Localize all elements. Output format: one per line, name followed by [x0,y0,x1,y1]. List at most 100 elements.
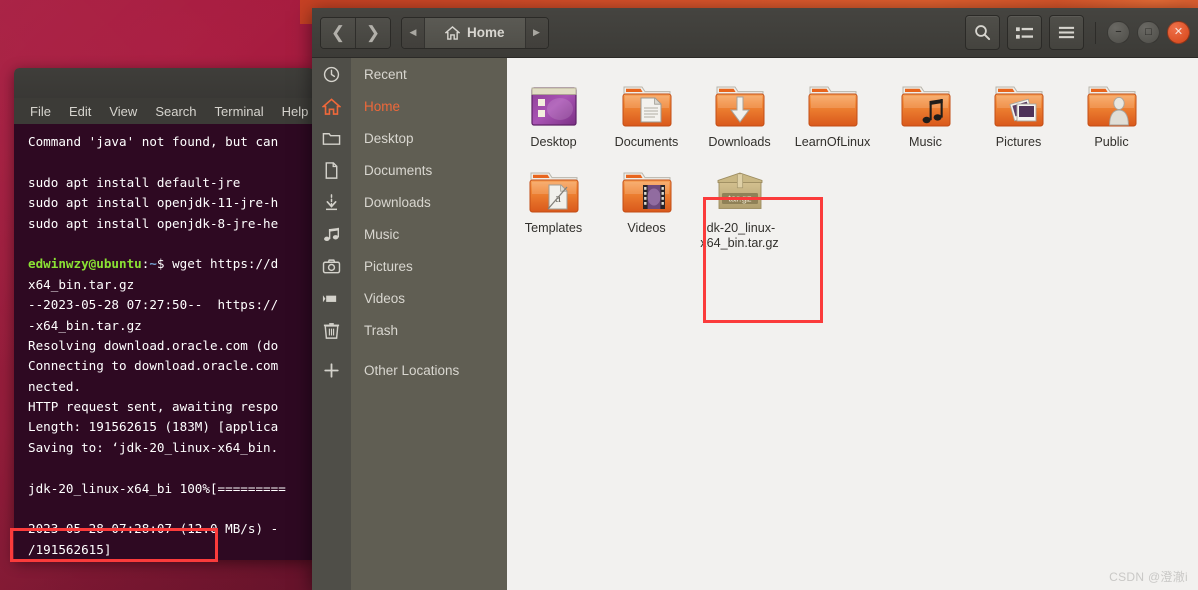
file-item-label: Videos [627,221,666,235]
sidebar: Recent Home Desktop Documents Downloads Music… [312,58,507,590]
file-item-label: Desktop [530,135,577,149]
terminal-output-line: Connecting to download.oracle.com [28,358,279,374]
breadcrumb-item-home[interactable]: Home [424,17,526,48]
sidebar-list: Recent Home Desktop Documents Downloads Music… [312,58,507,386]
nav-button-group: ❮ ❯ [320,16,391,49]
terminal-titlebar[interactable] [14,68,314,98]
prompt-path: ~ [149,256,157,272]
menu-view[interactable]: View [109,104,137,119]
path-scroll-left-button[interactable]: ◀ [402,17,424,48]
hamburger-menu-icon [1058,26,1075,39]
terminal-menubar[interactable]: File Edit View Search Terminal Help [14,98,314,124]
controls-divider [1095,21,1096,44]
file-item[interactable]: Public [1065,70,1158,150]
music-note-icon [312,225,351,244]
file-manager-header: ❮ ❯ ◀ Home ▶ − □ ✕ [312,8,1198,58]
breadcrumb-label: Home [467,25,505,40]
terminal-output-line: /191562615] [28,541,112,557]
home-icon [322,97,341,115]
file-item[interactable]: Desktop [507,70,600,150]
music-folder-icon [899,74,953,130]
sidebar-item-desktop[interactable]: Desktop [312,122,507,154]
menu-button[interactable] [1049,15,1084,50]
header-right-controls: − □ ✕ [965,15,1190,50]
path-scroll-right-button[interactable]: ▶ [525,17,548,48]
svg-text:tar.gz: tar.gz [728,194,752,205]
file-item-label: Documents [614,135,679,149]
sidebar-item-pictures[interactable]: Pictures [312,250,507,282]
sidebar-item-label: Recent [364,66,407,82]
folder-icon [322,132,341,145]
menu-file[interactable]: File [30,104,51,119]
search-icon [975,25,991,41]
sidebar-item-label: Trash [364,322,399,338]
sidebar-item-trash[interactable]: Trash [312,314,507,346]
close-icon: ✕ [1173,26,1184,38]
terminal-output-line: -x64_bin.tar.gz [28,317,142,333]
trash-icon [323,322,340,339]
file-item-label: Music [909,135,942,149]
file-item[interactable]: Downloads [693,70,786,150]
sidebar-item-music[interactable]: Music [312,218,507,250]
close-button[interactable]: ✕ [1167,21,1190,44]
sidebar-item-label: Pictures [364,258,413,274]
file-item[interactable]: Music [879,70,972,150]
terminal-output-line: Command 'java' not found, but can [28,134,279,149]
sidebar-item-documents[interactable]: Documents [312,154,507,186]
sidebar-item-label: Documents [364,162,433,178]
file-item[interactable]: tar.gz jdk-20_linux-x64_bin.tar.gz [693,156,786,251]
maximize-button[interactable]: □ [1137,21,1160,44]
download-arrow-icon [325,193,338,210]
menu-search[interactable]: Search [155,104,196,119]
terminal-output-line: x64_bin.tar.gz [28,276,135,292]
icon-grid: Desktop Documents Downloads LearnOfLinux Mus… [507,70,1198,257]
templates-folder-icon: a [527,160,581,216]
file-item-label: Pictures [995,135,1042,149]
documents-folder-icon [620,74,674,130]
file-item-label: jdk-20_linux-x64_bin.tar.gz [700,221,779,250]
sidebar-item-label: Home [364,98,401,114]
videos-folder-icon [620,160,674,216]
terminal-window[interactable]: File Edit View Search Terminal Help Comm… [14,68,314,560]
search-button[interactable] [965,15,1000,50]
file-item[interactable]: Videos [600,156,693,251]
back-button[interactable]: ❮ [321,17,355,48]
file-manager-body: Recent Home Desktop Documents Downloads Music… [312,58,1198,590]
plus-icon [324,362,339,378]
terminal-output-line: sudo apt install default-jre [28,174,241,190]
file-item[interactable]: Documents [600,70,693,150]
file-manager-window[interactable]: ❮ ❯ ◀ Home ▶ − □ ✕ Recent Home Desktop D… [312,8,1198,590]
music-note-icon [324,227,340,241]
menu-terminal[interactable]: Terminal [215,104,264,119]
plus-icon [312,361,351,380]
terminal-output-line: 2023-05-28 07:28:07 (12.0 MB/s) - [28,521,279,537]
video-camera-icon [312,289,351,308]
camera-icon [322,258,341,273]
file-item-label: Downloads [708,135,771,149]
terminal-output-line: nected. [28,378,82,394]
menu-help[interactable]: Help [282,104,309,119]
sidebar-item-downloads[interactable]: Downloads [312,186,507,218]
sidebar-item-recent[interactable]: Recent [312,58,507,90]
sidebar-item-other-locations[interactable]: Other Locations [312,354,507,386]
camera-icon [312,257,351,276]
menu-edit[interactable]: Edit [69,104,91,119]
file-list-view[interactable]: Desktop Documents Downloads LearnOfLinux Mus… [507,58,1198,590]
home-icon [312,97,351,115]
minimize-button[interactable]: − [1107,21,1130,44]
file-item[interactable]: Pictures [972,70,1065,150]
breadcrumb: ◀ Home ▶ [401,16,549,49]
terminal-output[interactable]: Command 'java' not found, but can sudo a… [14,124,314,560]
file-item[interactable]: LearnOfLinux [786,70,879,150]
forward-button[interactable]: ❯ [355,17,390,48]
list-view-icon [1016,26,1033,39]
file-item[interactable]: a Templates [507,156,600,251]
sidebar-item-home[interactable]: Home [312,90,507,122]
terminal-output-line: HTTP request sent, awaiting respo [28,399,279,415]
view-toggle-button[interactable] [1007,15,1042,50]
sidebar-item-videos[interactable]: Videos [312,282,507,314]
triangle-right-icon: ▶ [533,27,540,37]
file-item-label: LearnOfLinux [794,135,871,149]
